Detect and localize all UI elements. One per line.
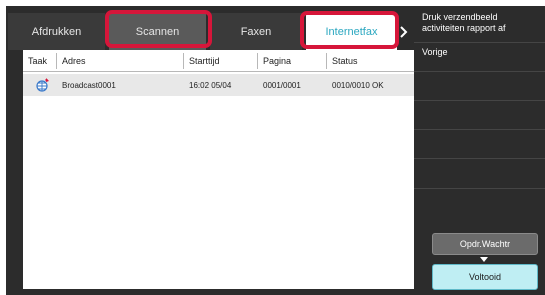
tab-internetfax[interactable]: Internetfax	[306, 13, 397, 50]
column-divider	[326, 53, 327, 69]
chevron-right-icon[interactable]	[397, 22, 411, 42]
done-button[interactable]: Voltooid	[432, 264, 538, 290]
column-header-status: Status	[332, 55, 358, 66]
cell-pagina: 0001/0001	[263, 80, 301, 90]
action-sidebar: Druk verzendbeeld activiteiten rapport a…	[414, 6, 545, 189]
print-activity-report-button[interactable]: Druk verzendbeeld activiteiten rapport a…	[414, 6, 545, 42]
column-divider	[56, 53, 57, 69]
column-header-taak: Taak	[28, 55, 48, 66]
cell-adres: Broadcast0001	[62, 80, 116, 90]
cell-status: 0010/0010 OK	[332, 80, 384, 90]
divider	[414, 129, 545, 130]
tab-faxen[interactable]: Faxen	[210, 13, 302, 50]
cell-starttijd: 16:02 05/04	[189, 80, 232, 90]
column-header-adres: Adres	[62, 55, 86, 66]
column-header-starttijd: Starttijd	[189, 55, 220, 66]
job-queue-button[interactable]: Opdr.Wachtr	[432, 233, 538, 255]
tab-scannen[interactable]: Scannen	[109, 13, 206, 50]
divider	[414, 188, 545, 189]
column-divider	[183, 53, 184, 69]
mode-tabs: Afdrukken Scannen Faxen Internetfax	[8, 13, 397, 50]
column-divider	[257, 53, 258, 69]
divider	[414, 100, 545, 101]
job-status-panel: Taak Adres Starttijd Pagina Status Broad…	[23, 50, 414, 289]
table-header: Taak Adres Starttijd Pagina Status	[23, 50, 414, 72]
caret-down-icon	[480, 257, 488, 262]
broadcast-icon	[35, 77, 51, 93]
divider	[414, 71, 545, 72]
tab-afdrukken[interactable]: Afdrukken	[8, 13, 105, 50]
column-header-pagina: Pagina	[263, 55, 292, 66]
divider	[414, 158, 545, 159]
previous-button[interactable]: Vorige	[414, 43, 545, 71]
table-row[interactable]: Broadcast0001 16:02 05/04 0001/0001 0010…	[23, 74, 414, 96]
